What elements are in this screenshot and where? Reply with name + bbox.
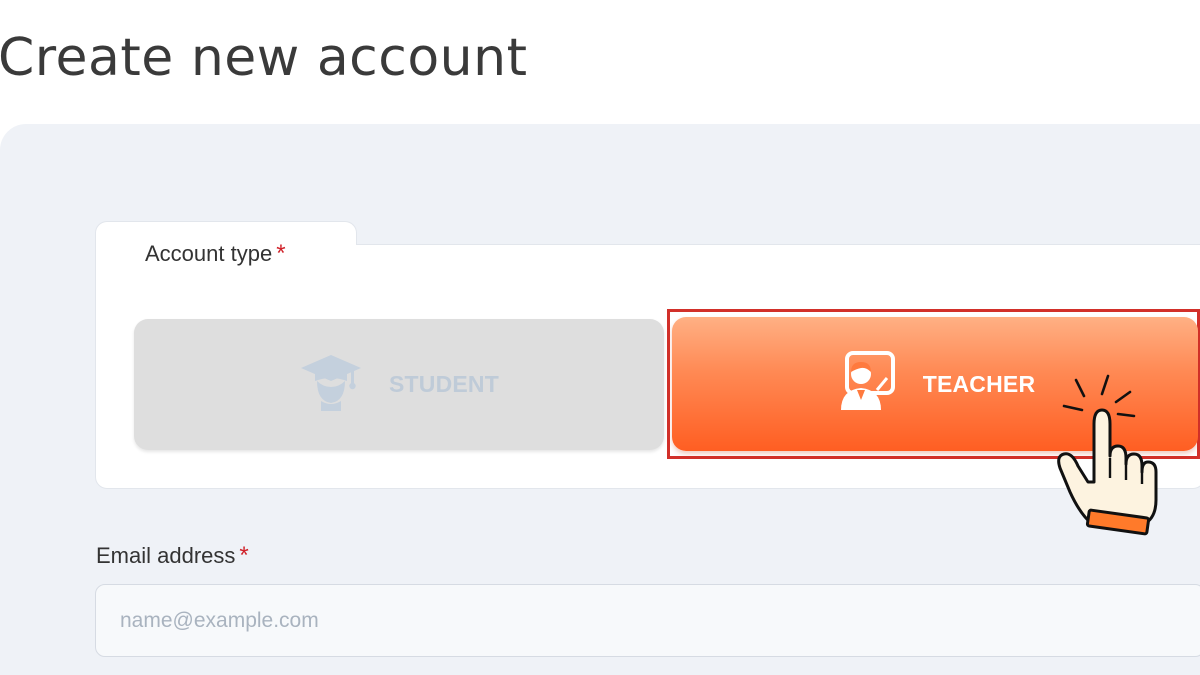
student-button[interactable]: STUDENT (134, 319, 664, 450)
required-asterisk: * (239, 542, 249, 569)
student-button-label: STUDENT (388, 371, 499, 397)
email-input[interactable] (95, 584, 1200, 657)
account-type-label: Account type * (145, 240, 286, 268)
teacher-button-label: TEACHER (922, 370, 1036, 397)
email-label-text: Email address (96, 543, 236, 568)
page-title: Create new account (0, 28, 528, 88)
account-type-label-text: Account type (145, 241, 273, 266)
required-asterisk: * (276, 240, 286, 267)
teacher-board-icon (835, 350, 897, 418)
graduation-cap-icon (299, 351, 363, 419)
email-label: Email address * (96, 542, 249, 570)
pointer-hand-icon (1057, 374, 1158, 536)
